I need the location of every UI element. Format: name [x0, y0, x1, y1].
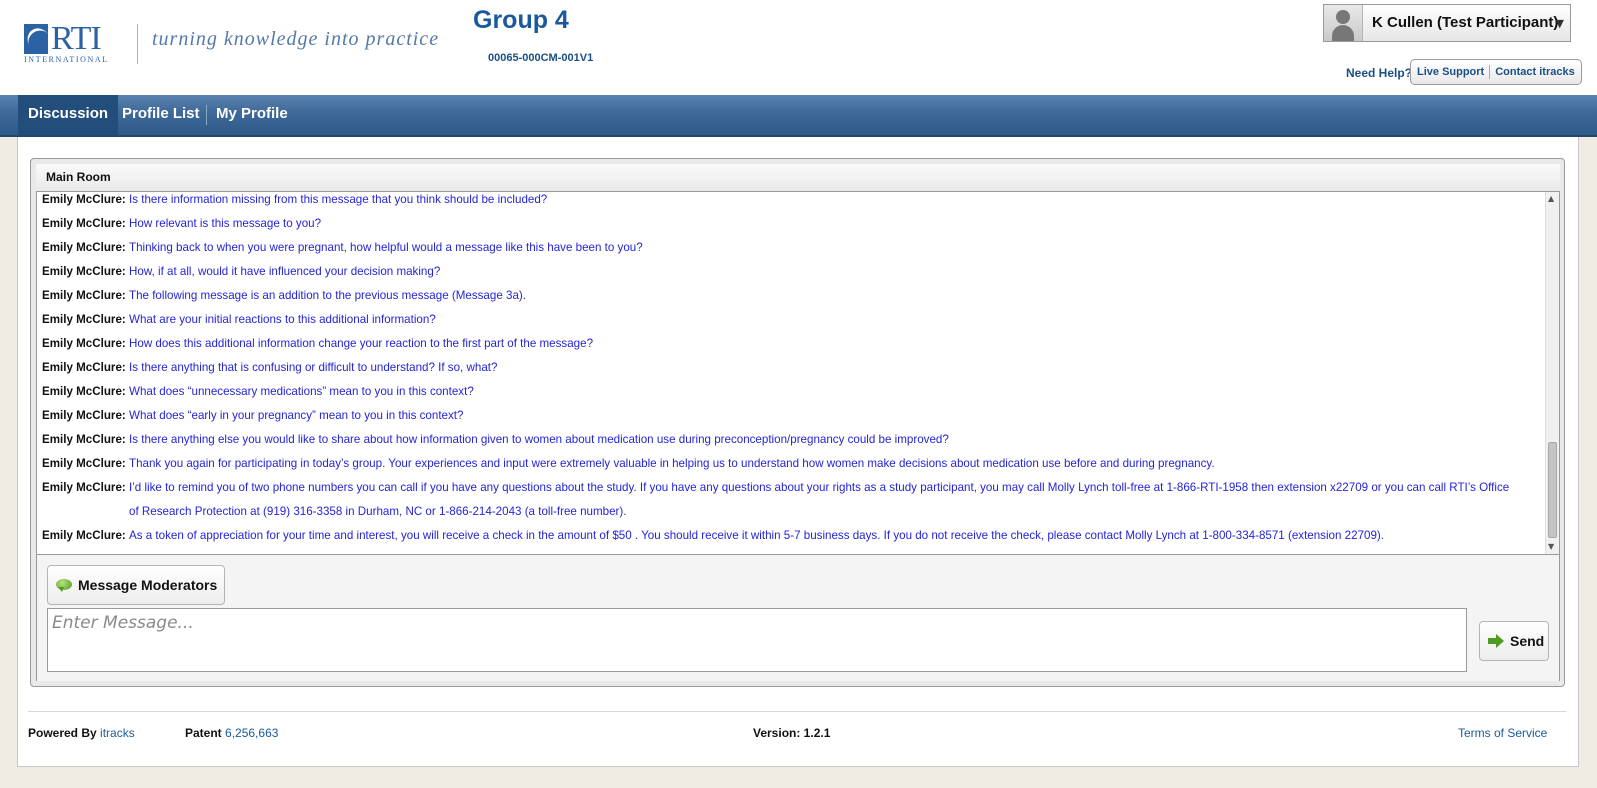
message-text: As a token of appreciation for your time… — [129, 529, 1384, 542]
user-menu-dropdown[interactable]: K Cullen (Test Participant) ▼ — [1323, 4, 1571, 42]
header: RTI INTERNATIONAL turning knowledge into… — [0, 0, 1597, 95]
rti-logo-letters: RTI — [51, 20, 102, 57]
message-text: The following message is an addition to … — [129, 289, 526, 302]
rti-logo[interactable]: RTI INTERNATIONAL — [24, 20, 120, 64]
help-links-divider — [1489, 65, 1491, 79]
powered-by: Powered By itracks — [28, 726, 135, 740]
message-text: How, if at all, would it have influenced… — [129, 265, 441, 278]
live-support-link[interactable]: Live Support — [1417, 66, 1484, 78]
version: Version: 1.2.1 — [753, 726, 830, 740]
message-text: What are your initial reactions to this … — [129, 313, 436, 326]
room-header: Main Room — [36, 164, 1560, 192]
message-sender: Emily McClure: — [42, 385, 126, 398]
patent-link[interactable]: 6,256,663 — [225, 726, 278, 740]
terms-of-service-link[interactable]: Terms of Service — [1458, 726, 1547, 740]
group-title: Group 4 — [473, 6, 569, 34]
tab-my-profile[interactable]: My Profile — [206, 95, 298, 135]
rti-logo-subtext: INTERNATIONAL — [24, 55, 109, 64]
tab-profile-list[interactable]: Profile List — [112, 95, 210, 135]
chat-bubble-icon — [56, 578, 72, 592]
message-sender: Emily McClure: — [42, 265, 126, 278]
message-sender: Emily McClure: — [42, 241, 126, 254]
message-sender: Emily McClure: — [42, 217, 126, 230]
help-links: Live Support Contact itracks — [1410, 59, 1582, 85]
message-text: Is there information missing from this m… — [129, 193, 548, 206]
footer-divider — [28, 711, 1566, 712]
message-text: I’d like to remind you of two phone numb… — [129, 481, 1510, 518]
main-nav: Discussion Profile List My Profile — [0, 95, 1597, 137]
message-text: Thinking back to when you were pregnant,… — [129, 241, 643, 254]
message-sender: Emily McClure: — [42, 457, 126, 470]
message-sender: Emily McClure: — [42, 361, 126, 374]
message-list[interactable]: Emily McClure: Is there information miss… — [37, 192, 1545, 554]
message-text: What does “unnecessary medications” mean… — [129, 385, 474, 398]
group-code: 00065-000CM-001V1 — [488, 52, 594, 64]
message-sender: Emily McClure: — [42, 433, 126, 446]
terms-of-service: Terms of Service — [1458, 726, 1547, 740]
message-moderators-label: Message Moderators — [78, 577, 218, 593]
message-input[interactable] — [47, 608, 1467, 672]
message-text: Is there anything that is confusing or d… — [129, 361, 498, 374]
itracks-link[interactable]: itracks — [100, 726, 135, 740]
message-moderators-button[interactable]: Message Moderators — [47, 565, 225, 605]
arrow-right-icon — [1488, 634, 1504, 648]
scrollbar-thumb[interactable] — [1548, 442, 1557, 538]
message-text: Is there anything else you would like to… — [129, 433, 949, 446]
send-label: Send — [1510, 633, 1545, 649]
message-sender: Emily McClure: — [42, 481, 126, 494]
message-sender: Emily McClure: — [42, 337, 126, 350]
message-sender: Emily McClure: — [42, 313, 126, 326]
message-sender: Emily McClure: — [42, 289, 126, 302]
scroll-down-icon[interactable]: ▼ — [1548, 542, 1554, 551]
message-sender: Emily McClure: — [42, 529, 126, 542]
patent: Patent 6,256,663 — [185, 726, 278, 740]
message-list-scrollbar[interactable]: ▲ ▼ — [1545, 192, 1559, 554]
tab-discussion[interactable]: Discussion — [18, 95, 119, 135]
version-label: Version: 1.2.1 — [753, 726, 831, 740]
message-text: Thank you again for participating in tod… — [129, 457, 1215, 470]
room-title: Main Room — [46, 170, 111, 184]
need-help-label: Need Help? — [1346, 66, 1413, 80]
send-button[interactable]: Send — [1479, 621, 1549, 661]
tagline: turning knowledge into practice — [152, 28, 440, 50]
avatar-icon — [1324, 5, 1363, 41]
message-sender: Emily McClure: — [42, 409, 126, 422]
chevron-down-icon: ▼ — [1555, 17, 1564, 30]
rti-logo-mark-icon — [24, 24, 48, 54]
logo-divider — [137, 24, 138, 64]
contact-itracks-link[interactable]: Contact itracks — [1495, 66, 1574, 78]
user-name: K Cullen (Test Participant) — [1372, 14, 1559, 31]
message-text: What does “early in your pregnancy” mean… — [129, 409, 464, 422]
powered-by-label: Powered By — [28, 726, 97, 740]
message-text: How relevant is this message to you? — [129, 217, 322, 230]
patent-label: Patent — [185, 726, 222, 740]
message-sender: Emily McClure: — [42, 193, 126, 206]
scroll-up-icon[interactable]: ▲ — [1548, 194, 1554, 203]
message-text: How does this additional information cha… — [129, 337, 594, 350]
